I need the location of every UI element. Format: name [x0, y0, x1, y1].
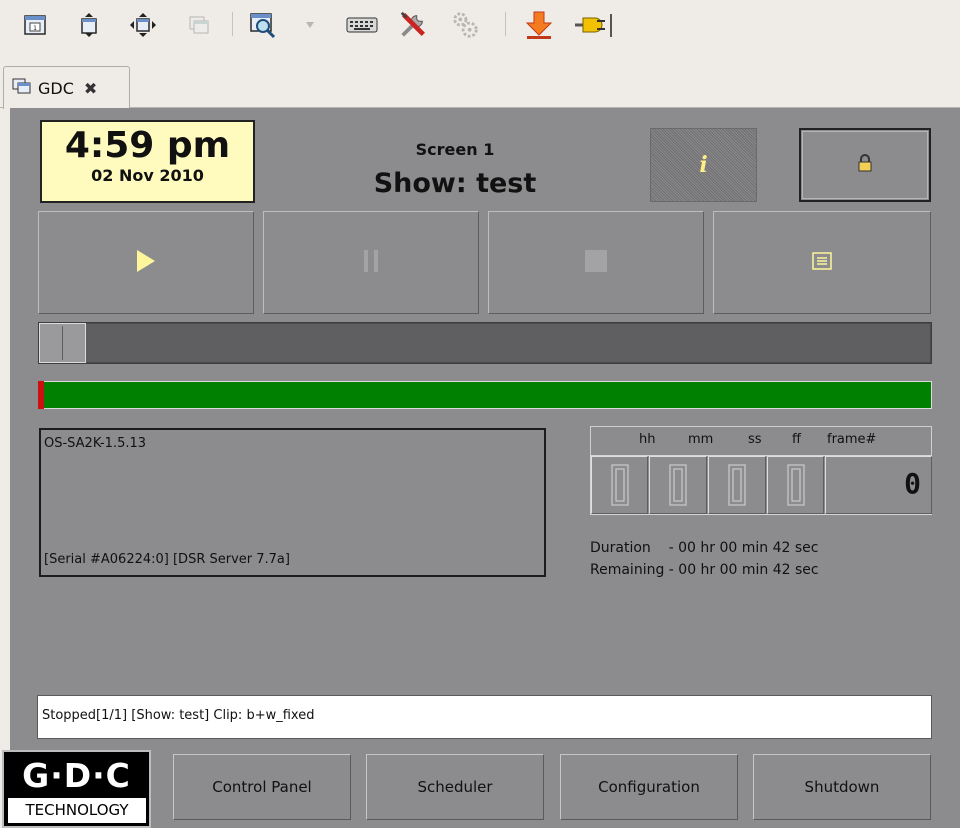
- control-panel-button[interactable]: Control Panel: [173, 754, 351, 820]
- play-button[interactable]: [38, 211, 254, 314]
- slider-handle[interactable]: [39, 323, 86, 363]
- move-icon[interactable]: [128, 10, 158, 40]
- windows-icon[interactable]: [184, 10, 214, 40]
- gears-icon[interactable]: [450, 10, 480, 40]
- maximize-icon[interactable]: [74, 10, 104, 40]
- toolbar-separator: [505, 12, 506, 36]
- timecode-header-ff: ff: [792, 432, 801, 447]
- list-icon: [812, 251, 832, 274]
- info-button[interactable]: i: [650, 128, 757, 202]
- seven-seg-digit: [786, 464, 805, 506]
- frame-number: 0: [904, 467, 921, 500]
- info-icon: i: [699, 152, 708, 178]
- window-tab-icon: [12, 78, 32, 98]
- software-version: OS-SA2K-1.5.13: [44, 436, 147, 451]
- configuration-button[interactable]: Configuration: [560, 754, 738, 820]
- pause-button[interactable]: [263, 211, 479, 314]
- timecode-header: hh mm ss ff frame#: [590, 426, 932, 455]
- seven-seg-digit: [728, 464, 746, 506]
- magnifier-icon[interactable]: [248, 10, 278, 40]
- timecode-ff: [767, 456, 824, 514]
- gdc-logo: G·D·C TECHNOLOGY: [2, 750, 151, 828]
- remaining-text: Remaining - 00 hr 00 min 42 sec: [590, 562, 819, 578]
- seven-seg-digit: [610, 464, 629, 506]
- plug-icon[interactable]: [572, 10, 616, 40]
- player-panel: 4:59 pm 02 Nov 2010 Screen 1 Show: test …: [2, 108, 960, 828]
- timecode-mm: [649, 456, 707, 514]
- svg-text:1: 1: [33, 25, 37, 32]
- show-title: Show: test: [373, 168, 537, 199]
- play-icon: [135, 248, 157, 278]
- duration-text: Duration - 00 hr 00 min 42 sec: [590, 540, 819, 556]
- lock-button[interactable]: [799, 128, 931, 202]
- logo-brand: G·D·C: [22, 756, 131, 795]
- tab-bar: GDC ✖: [0, 58, 960, 109]
- screen-label: Screen 1: [415, 140, 495, 159]
- toolbar-separator: [232, 12, 233, 36]
- lock-icon: [857, 154, 873, 176]
- clock-date: 02 Nov 2010: [91, 166, 204, 185]
- timecode-header-ss: ss: [748, 432, 762, 447]
- shutdown-button[interactable]: Shutdown: [753, 754, 931, 820]
- logo-tagline: TECHNOLOGY: [8, 798, 146, 823]
- window-icon[interactable]: 1: [20, 10, 50, 40]
- timecode-header-hh: hh: [639, 432, 656, 447]
- frame-counter: 0: [825, 456, 932, 514]
- close-icon[interactable]: ✖: [84, 79, 97, 98]
- scheduler-button[interactable]: Scheduler: [366, 754, 544, 820]
- position-slider[interactable]: [38, 322, 932, 364]
- clock-time: 4:59 pm: [64, 125, 231, 166]
- server-info-box: OS-SA2K-1.5.13 [Serial #A06224:0] [DSR S…: [39, 428, 546, 577]
- clock-display: 4:59 pm 02 Nov 2010: [40, 120, 255, 203]
- serial-info: [Serial #A06224:0] [DSR Server 7.7a]: [44, 552, 290, 567]
- tab-gdc[interactable]: GDC ✖: [3, 66, 130, 109]
- timecode-hh: [591, 456, 648, 514]
- stop-icon: [584, 249, 608, 277]
- tab-label: GDC: [38, 78, 74, 98]
- status-bar: Stopped[1/1] [Show: test] Clip: b+w_fixe…: [37, 695, 932, 739]
- level-meter: [38, 381, 932, 409]
- stop-button[interactable]: [488, 211, 704, 314]
- toolbar: 1: [0, 0, 960, 58]
- keyboard-icon[interactable]: [345, 10, 379, 40]
- level-meter-fill: [39, 382, 931, 408]
- timecode-ss: [708, 456, 766, 514]
- timecode-header-mm: mm: [688, 432, 714, 447]
- playlist-button[interactable]: [713, 211, 931, 314]
- download-icon[interactable]: [524, 10, 554, 40]
- timecode-display: 0: [590, 455, 932, 515]
- seven-seg-digit: [669, 464, 687, 506]
- pause-icon: [363, 249, 379, 277]
- timecode-header-frame: frame#: [827, 432, 877, 447]
- tools-icon[interactable]: [398, 10, 428, 40]
- level-meter-marker: [38, 381, 44, 409]
- dropdown-arrow-icon[interactable]: [300, 10, 320, 40]
